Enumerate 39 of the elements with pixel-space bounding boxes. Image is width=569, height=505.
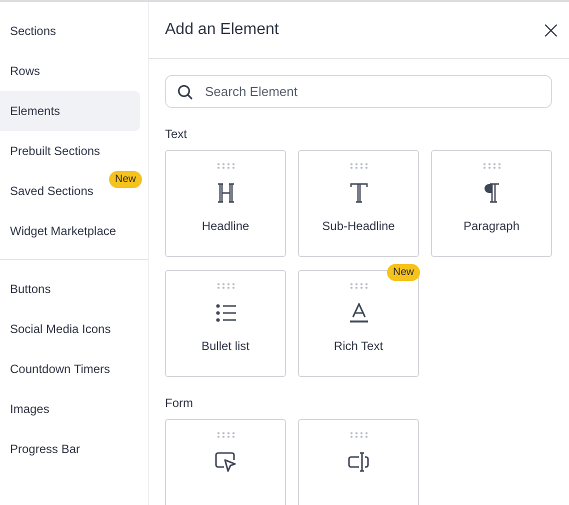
element-card[interactable]: Sub-Headline [298,150,419,257]
type-icon [350,183,368,203]
close-button[interactable]: × [536,18,565,42]
drag-handle-icon [216,432,234,438]
new-badge: New [386,264,420,281]
cursor-box-icon [214,452,236,472]
sidebar-item[interactable]: Rows [0,51,140,91]
element-card[interactable] [165,419,286,505]
search-icon [177,84,193,100]
drag-handle-icon [216,163,234,169]
sidebar-item[interactable]: Sections [0,11,140,51]
drag-handle-icon [350,283,368,289]
sidebar-item[interactable]: Progress Bar [0,429,140,469]
pilcrow-icon [484,183,500,203]
search-field[interactable]: Search Element [165,75,552,108]
sidebar-item[interactable]: Buttons [0,269,140,309]
category-title: Text [165,127,188,141]
drag-handle-icon [350,163,368,169]
element-card[interactable] [298,419,419,505]
drag-handle-icon [350,432,368,438]
panel-title: Add an Element [165,21,279,39]
text-format-icon [348,303,368,323]
element-card[interactable]: Bullet list [165,270,286,377]
sidebar-item[interactable]: Saved Sections New [0,171,140,211]
sidebar-item[interactable]: Social Media Icons [0,309,140,349]
category-title: Form [165,396,194,410]
sidebar-item[interactable]: Images [0,389,140,429]
headline-icon [216,183,234,203]
text-input-icon [348,452,370,472]
element-card[interactable]: Paragraph [431,150,552,257]
sidebar-item[interactable]: Prebuilt Sections [0,131,140,171]
sidebar-item[interactable]: Widget Marketplace [0,211,140,251]
sidebar-item[interactable]: Countdown Timers [0,349,140,389]
element-card[interactable]: Headline [165,150,286,257]
sidebar-item[interactable]: Elements [0,91,140,131]
new-badge: New [108,171,142,188]
drag-handle-icon [482,163,500,169]
drag-handle-icon [216,283,234,289]
bullet-list-icon [216,303,236,323]
